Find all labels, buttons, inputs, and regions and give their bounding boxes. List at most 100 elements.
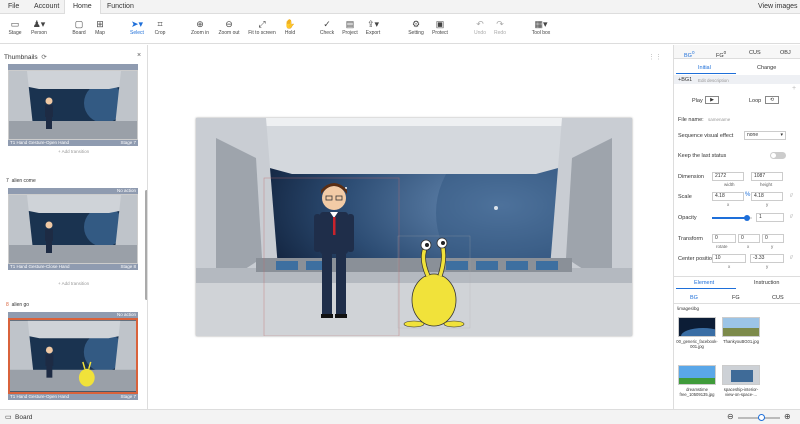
- thumbnail-3-selected[interactable]: [8, 318, 138, 394]
- opacity-slider-knob[interactable]: [744, 215, 751, 221]
- tab-bg[interactable]: BG0: [684, 50, 695, 59]
- tab-instruction[interactable]: Instruction: [754, 280, 779, 286]
- opacity-slider[interactable]: [712, 215, 752, 221]
- crop-button[interactable]: ⌗ Crop: [145, 18, 175, 36]
- subtab-cus[interactable]: CUS: [772, 295, 784, 301]
- zoom-in-icon[interactable]: ⊕: [784, 412, 791, 421]
- export-button[interactable]: ⇪▾ Export: [358, 18, 388, 36]
- tab-element[interactable]: Element: [694, 280, 714, 286]
- tab-fg-count: 0: [723, 50, 727, 55]
- center-y-caption: y: [766, 264, 769, 269]
- crop-label: Crop: [154, 30, 166, 36]
- redo-button[interactable]: ↷ Redo: [485, 18, 515, 36]
- image-thumb-1-picture: [679, 318, 715, 336]
- tab-obj[interactable]: OBJ: [780, 50, 791, 56]
- scene-8-name: alien go: [11, 302, 30, 308]
- rotate-input[interactable]: 0: [712, 234, 736, 243]
- scale-y-input[interactable]: 4.18: [751, 192, 783, 201]
- zoom-out-icon[interactable]: ⊖: [727, 412, 734, 421]
- tab-fg[interactable]: FG0: [716, 50, 726, 59]
- thumbnail-1[interactable]: [8, 70, 138, 140]
- edit-description[interactable]: Edit description: [698, 78, 729, 83]
- protect-button[interactable]: ▣ Protect: [425, 18, 455, 36]
- add-transition-2[interactable]: + Add transition: [58, 281, 89, 286]
- zoom-in-label: Zoom in: [190, 30, 210, 36]
- subtab-bg[interactable]: BG: [690, 295, 698, 301]
- element-underline: [676, 288, 736, 289]
- loop-icon[interactable]: ⟲: [765, 96, 779, 104]
- opacity-label: Opacity: [678, 215, 697, 221]
- image-thumb-4[interactable]: [722, 365, 760, 385]
- transform-y-input[interactable]: 0: [762, 234, 784, 243]
- reset-opacity-icon[interactable]: //: [790, 214, 793, 220]
- play-icon[interactable]: ▶: [705, 96, 719, 104]
- add-icon[interactable]: +: [792, 85, 796, 92]
- image-thumb-2[interactable]: [722, 317, 760, 337]
- height-input[interactable]: 1087: [751, 172, 783, 181]
- menu-home[interactable]: Home: [64, 0, 101, 14]
- scale-label: Scale: [678, 194, 692, 200]
- board-icon: ▭: [5, 414, 12, 421]
- sequence-effect-select[interactable]: none ▾: [744, 131, 786, 140]
- board-status-label[interactable]: Board: [15, 414, 32, 421]
- export-label: Export: [365, 30, 381, 36]
- dimension-label: Dimension: [678, 174, 704, 180]
- board-label: Board: [72, 30, 86, 36]
- link-icon[interactable]: %: [745, 192, 750, 198]
- keep-last-status-toggle[interactable]: [770, 152, 786, 159]
- center-y-input[interactable]: -3.33: [750, 254, 784, 263]
- tab-bg-label: BG: [684, 52, 692, 59]
- stage-label: Stage: [8, 30, 22, 36]
- menu-function[interactable]: Function: [107, 0, 134, 14]
- initial-underline: [676, 73, 736, 74]
- scale-x-input[interactable]: 4.18: [712, 192, 744, 201]
- scene-8-number: 8: [6, 302, 9, 308]
- tab-initial[interactable]: Initial: [698, 65, 711, 71]
- subtab-fg[interactable]: FG: [732, 295, 740, 301]
- menu-file[interactable]: File: [8, 0, 19, 14]
- close-icon[interactable]: ×: [137, 52, 141, 59]
- sequence-effect-label: Sequence visual effect: [678, 133, 734, 139]
- thumbnail-3-image: [10, 320, 136, 392]
- drag-handle-icon[interactable]: ⋮⋮: [648, 53, 662, 61]
- scene-7-name: alien come: [11, 178, 36, 184]
- map-label: Map: [95, 30, 105, 36]
- divider: [674, 276, 800, 277]
- tab-cus[interactable]: CUS: [749, 50, 761, 56]
- file-name-label: File name:: [678, 117, 704, 123]
- menu-account[interactable]: Account: [34, 0, 59, 14]
- thumbnails-title: Thumbnails: [4, 54, 38, 61]
- refresh-icon[interactable]: ⟳: [41, 54, 46, 61]
- status-bar: ▭ Board ⊖ ⊕: [0, 409, 800, 424]
- zoom-slider[interactable]: [738, 414, 780, 421]
- scene-canvas[interactable]: [196, 118, 632, 336]
- image-thumb-1[interactable]: [678, 317, 716, 337]
- person-button[interactable]: ♟▾ Person: [24, 18, 54, 36]
- hold-button[interactable]: ✋ Hold: [275, 18, 305, 36]
- opacity-input[interactable]: 1: [756, 213, 784, 222]
- scene-7-number: 7: [6, 178, 9, 184]
- zoom-in-button[interactable]: ⊕ Zoom in: [185, 18, 215, 36]
- image-thumb-2-picture: [723, 318, 759, 336]
- thumbnails-scrollbar[interactable]: [145, 190, 147, 300]
- tab-change[interactable]: Change: [757, 65, 776, 71]
- reset-center-icon[interactable]: //: [790, 255, 793, 261]
- menu-view-images[interactable]: View images: [758, 0, 798, 14]
- map-button[interactable]: ⊞ Map: [85, 18, 115, 36]
- thumbnail-2[interactable]: [8, 194, 138, 264]
- transform-x-input[interactable]: 0: [738, 234, 760, 243]
- thumbnail-2-stage: Stage 8: [120, 264, 136, 269]
- toolbox-label: Tool box: [531, 30, 551, 36]
- zoom-slider-knob[interactable]: [758, 414, 766, 421]
- thumbnail-1-name: T1 Hand Gesture-Open Hand: [10, 140, 70, 145]
- image-thumb-3[interactable]: [678, 365, 716, 385]
- reset-scale-icon[interactable]: //: [790, 193, 793, 199]
- setting-label: Setting: [408, 30, 424, 36]
- center-x-input[interactable]: 10: [712, 254, 746, 263]
- hold-label: Hold: [284, 30, 296, 36]
- zoom-out-button[interactable]: ⊖ Zoom out: [214, 18, 244, 36]
- width-input[interactable]: 2172: [712, 172, 744, 181]
- opacity-slider-fill: [712, 217, 748, 219]
- toolbox-button[interactable]: ▦▾ Tool box: [526, 18, 556, 36]
- add-transition-1[interactable]: + Add transition: [58, 149, 89, 154]
